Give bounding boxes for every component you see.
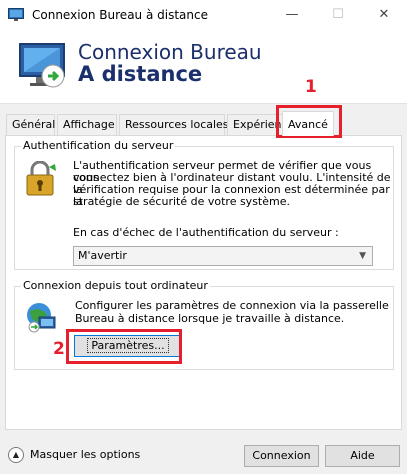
tab-label: Affichage	[63, 118, 115, 131]
remote-desktop-icon	[19, 43, 65, 88]
tab-display[interactable]: Affichage	[57, 114, 117, 135]
auth-failure-selected-value: M'avertir	[78, 249, 127, 262]
tab-local-resources[interactable]: Ressources locales	[119, 114, 229, 135]
connect-button[interactable]: Connexion	[244, 445, 319, 467]
tab-panel-advanced: Authentification du serveur L'authentifi…	[5, 135, 402, 430]
server-auth-line4: stratégie de sécurité de votre système.	[73, 195, 290, 208]
bottom-bar: ▲ Masquer les options Connexion Aide	[0, 438, 407, 474]
network-computer-icon	[27, 303, 56, 333]
minimize-icon: —	[285, 7, 299, 22]
brand-header: Connexion Bureau A distance	[0, 30, 407, 104]
help-button-label: Aide	[350, 449, 375, 462]
padlock-icon	[26, 161, 56, 196]
minimize-button[interactable]: —	[269, 0, 315, 30]
close-icon: ✕	[378, 7, 390, 22]
auth-failure-dropdown[interactable]: M'avertir ▼	[73, 246, 373, 266]
close-button[interactable]: ✕	[361, 0, 407, 30]
annotation-marker-1: 1	[305, 77, 317, 97]
connect-button-label: Connexion	[252, 449, 311, 462]
tab-label: Général	[12, 118, 56, 131]
window-title: Connexion Bureau à distance	[32, 8, 208, 22]
server-auth-group-title: Authentification du serveur	[21, 139, 176, 152]
tab-advanced[interactable]: Avancé	[282, 111, 334, 136]
tab-label: Ressources locales	[125, 118, 229, 131]
hide-options-label: Masquer les options	[30, 448, 141, 461]
brand-title-line2: A distance	[78, 62, 203, 86]
connect-anywhere-group-title: Connexion depuis tout ordinateur	[21, 279, 210, 292]
maximize-icon: ☐	[332, 7, 344, 22]
connect-anywhere-line2: Bureau à distance lorsque je travaille à…	[75, 312, 345, 325]
remote-desktop-app-icon	[8, 8, 24, 21]
chevron-down-icon: ▼	[359, 251, 366, 261]
annotation-marker-2: 2	[53, 339, 65, 359]
chevron-up-icon: ▲	[8, 447, 24, 463]
title-bar: Connexion Bureau à distance — ☐ ✕	[0, 0, 407, 30]
tab-general[interactable]: Général	[6, 114, 55, 135]
brand-title-line1: Connexion Bureau	[78, 40, 262, 64]
annotation-box-settings-button	[66, 329, 182, 364]
connect-anywhere-line1: Configurer les paramètres de connexion v…	[75, 299, 389, 312]
auth-failure-label: En cas d'échec de l'authentification du …	[73, 226, 339, 239]
tab-label: Avancé	[288, 118, 328, 131]
server-auth-group: Authentification du serveur L'authentifi…	[14, 139, 394, 270]
help-button[interactable]: Aide	[325, 445, 400, 467]
maximize-button[interactable]: ☐	[315, 0, 361, 30]
